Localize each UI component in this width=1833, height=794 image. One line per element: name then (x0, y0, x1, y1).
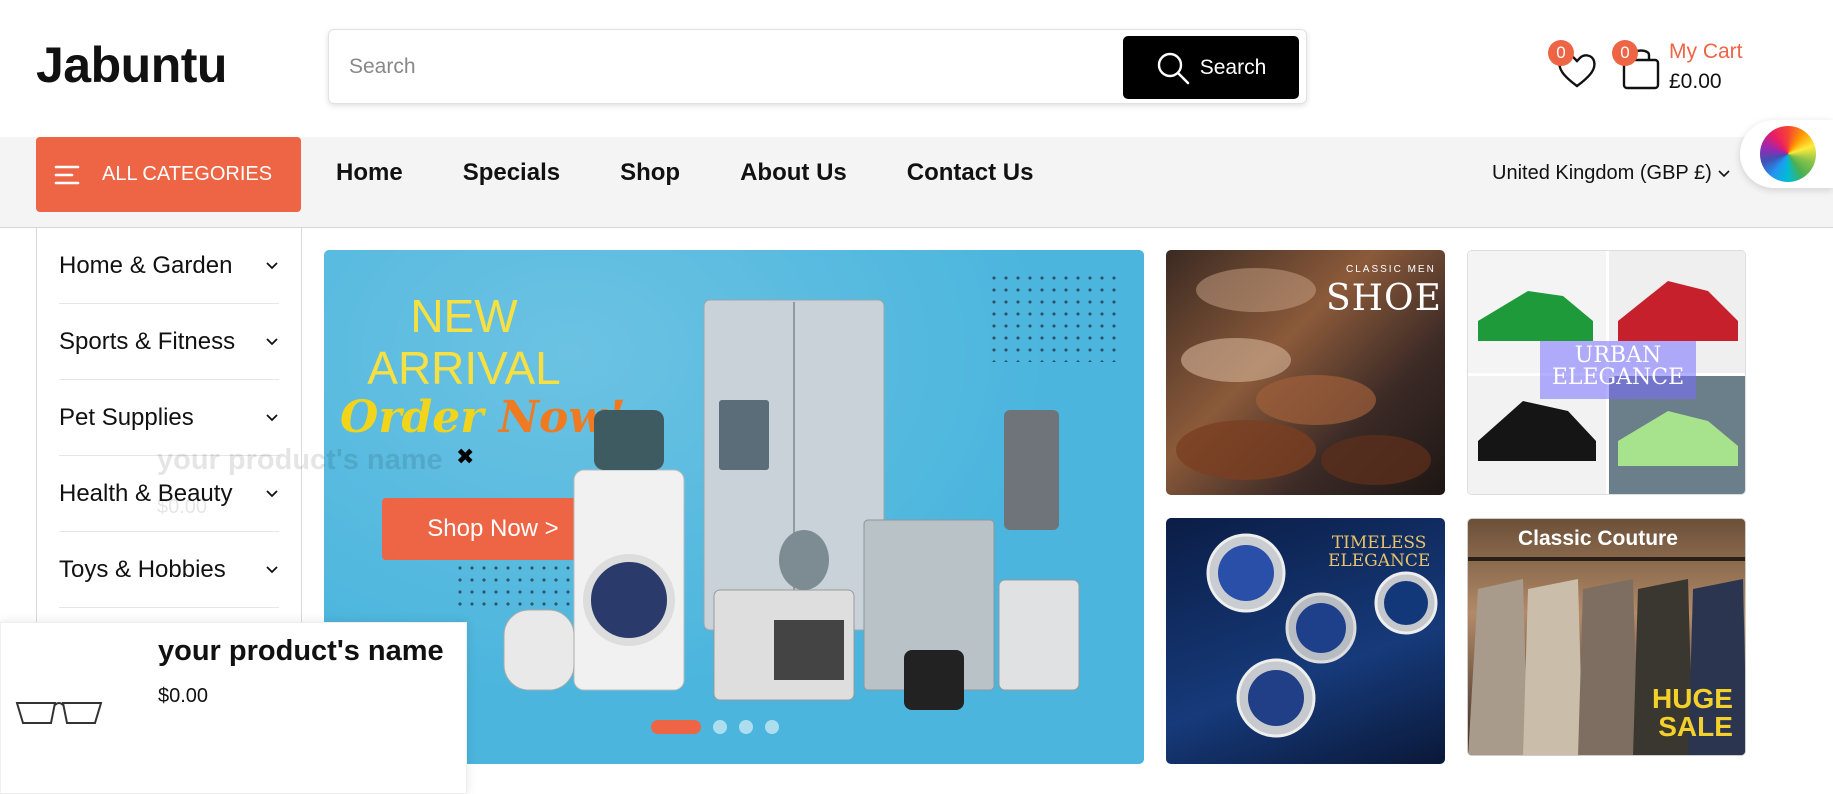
nav-shop[interactable]: Shop (620, 159, 680, 187)
tile-label-line1: URBAN (1574, 343, 1662, 368)
category-sidebar: Home & Garden Sports & Fitness Pet Suppl… (36, 228, 302, 628)
sidebar-item-label: Pet Supplies (59, 403, 194, 431)
tile-label-line2: SALE (1658, 711, 1733, 742)
tile-label-line2: ELEGANCE (1551, 365, 1685, 390)
theme-color-switcher[interactable] (1740, 120, 1833, 188)
color-wheel-icon (1760, 126, 1816, 182)
chevron-down-icon (266, 261, 278, 269)
hamburger-icon (54, 165, 80, 184)
search-input[interactable] (339, 38, 1129, 96)
all-categories-label: ALL CATEGORIES (102, 163, 273, 185)
search-button[interactable]: Search (1123, 36, 1299, 99)
nav-home[interactable]: Home (336, 159, 403, 187)
sidebar-item-label: Home & Garden (59, 251, 233, 279)
product-price: $0.00 (158, 685, 209, 707)
slider-dot[interactable] (713, 720, 727, 734)
sidebar-item-label: Sports & Fitness (59, 327, 236, 355)
search-button-label: Search (1199, 55, 1267, 79)
chevron-down-icon (266, 489, 278, 497)
nav-contact-us[interactable]: Contact Us (907, 159, 1034, 187)
product-name[interactable]: your product's name (158, 635, 444, 668)
tile-label-line1: HUGE (1652, 683, 1733, 714)
all-categories-button[interactable]: ALL CATEGORIES (36, 137, 301, 212)
tile-label: TIMELESS ELEGANCE (1328, 534, 1430, 570)
search-icon (1157, 52, 1190, 84)
promo-tile-urban-elegance[interactable]: URBAN ELEGANCE (1467, 250, 1746, 495)
site-header: Jabuntu Search 0 0 My Cart £0.00 (0, 0, 1833, 137)
tile-label-line2: ELEGANCE (1328, 551, 1431, 571)
chevron-down-icon (266, 413, 278, 421)
faded-product-price: $0.00 (157, 496, 208, 518)
chevron-down-icon (266, 565, 278, 573)
slider-dot[interactable] (739, 720, 753, 734)
slider-dot[interactable] (765, 720, 779, 734)
sidebar-item-label: Toys & Hobbies (59, 555, 226, 583)
search-bar: Search (328, 29, 1307, 104)
chevron-down-icon (266, 337, 278, 345)
sunglasses-icon (15, 702, 103, 724)
tile-label: SHOE (1326, 278, 1442, 319)
sidebar-item-toys-hobbies[interactable]: Toys & Hobbies (59, 532, 279, 608)
cart-count-badge: 0 (1612, 40, 1638, 66)
close-icon[interactable]: ✖ (456, 444, 474, 470)
currency-selector[interactable]: United Kingdom (GBP £) (1492, 162, 1730, 185)
tile-label: Classic Couture (1518, 527, 1678, 550)
nav-about-us[interactable]: About Us (740, 159, 847, 187)
promo-tile-timeless-elegance[interactable]: TIMELESS ELEGANCE (1166, 518, 1445, 764)
slider-dot-active[interactable] (651, 720, 701, 734)
sidebar-item-sports-fitness[interactable]: Sports & Fitness (59, 304, 279, 380)
currency-label: United Kingdom (GBP £) (1492, 162, 1712, 184)
huge-sale-label: HUGE SALE (1652, 685, 1733, 741)
sidebar-item-home-garden[interactable]: Home & Garden (59, 228, 279, 304)
recent-purchase-popup[interactable]: your product's name $0.00 (0, 622, 467, 794)
tile-label-small: CLASSIC MEN (1346, 264, 1436, 275)
promo-tile-classic-men-shoe[interactable]: CLASSIC MEN SHOE (1166, 250, 1445, 495)
tile-label: URBAN ELEGANCE (1540, 345, 1696, 389)
site-logo[interactable]: Jabuntu (36, 36, 227, 94)
faded-product-name: your product's name (157, 444, 443, 476)
nav-specials[interactable]: Specials (463, 159, 560, 187)
wishlist-button[interactable]: 0 (1548, 40, 1598, 90)
cart-button[interactable]: 0 (1612, 40, 1660, 90)
main-navbar: ALL CATEGORIES Home Specials Shop About … (0, 137, 1833, 228)
tile-label-line1: TIMELESS (1331, 533, 1427, 553)
banner-slider-dots (651, 720, 779, 734)
chevron-down-icon (1718, 169, 1730, 177)
nav-links: Home Specials Shop About Us Contact Us (336, 159, 1093, 187)
promo-tile-classic-couture[interactable]: Classic Couture HUGE SALE (1467, 518, 1746, 756)
wishlist-count-badge: 0 (1548, 40, 1574, 66)
appliances-illustration (503, 299, 1080, 710)
cart-total: £0.00 (1669, 70, 1722, 93)
banner-order-text: Order (340, 392, 484, 443)
my-cart-link[interactable]: My Cart (1669, 40, 1743, 64)
